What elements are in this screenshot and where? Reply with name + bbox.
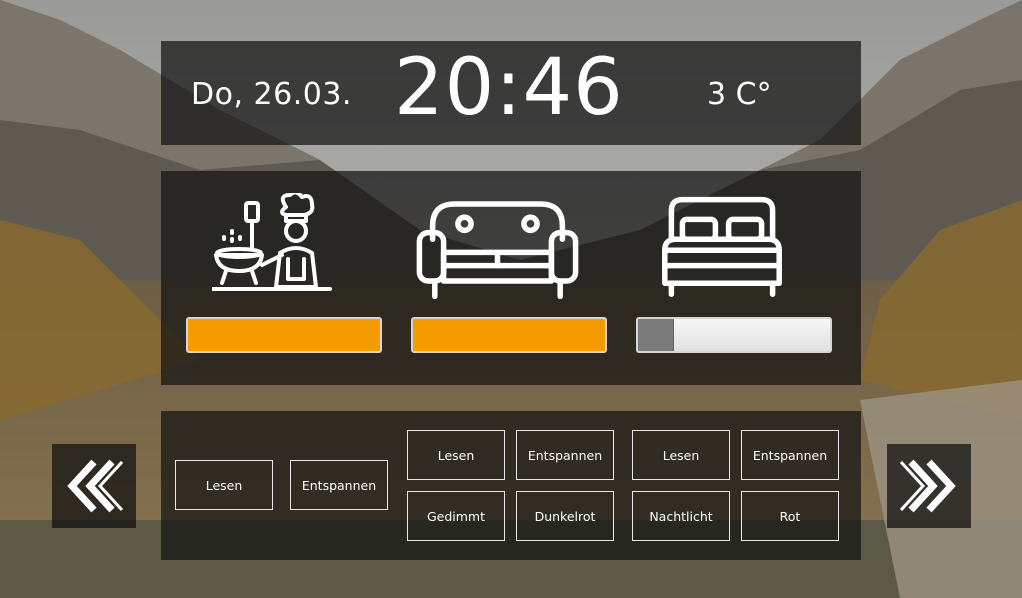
scene-living-entspannen-button[interactable]: Entspannen — [516, 430, 614, 480]
header-panel: Do, 26.03. 20:46 3 C° — [161, 41, 861, 145]
scene-kitchen-entspannen-button[interactable]: Entspannen — [290, 460, 388, 510]
room-kitchen[interactable] — [161, 171, 382, 385]
living-brightness-fill — [413, 319, 605, 351]
kitchen-brightness-fill — [188, 319, 380, 351]
scene-kitchen-lesen-button[interactable]: Lesen — [175, 460, 273, 510]
bedroom-brightness-fill — [638, 319, 674, 351]
clock-display: 20:46 — [394, 43, 624, 133]
next-page-button[interactable] — [887, 444, 971, 528]
scene-living-gedimmt-button[interactable]: Gedimmt — [407, 491, 505, 541]
chef-cooking-icon[interactable] — [161, 193, 361, 303]
previous-page-button[interactable] — [52, 444, 136, 528]
room-bedroom[interactable] — [611, 171, 832, 385]
sofa-icon[interactable] — [386, 193, 586, 303]
scene-living-dunkelrot-button[interactable]: Dunkelrot — [516, 491, 614, 541]
room-living[interactable] — [386, 171, 607, 385]
scene-bedroom-nachtlicht-button[interactable]: Nachtlicht — [632, 491, 730, 541]
kitchen-brightness-slider[interactable] — [186, 317, 382, 353]
scenes-panel: Lesen Entspannen Lesen Entspannen Gedimm… — [161, 411, 861, 560]
bed-icon[interactable] — [611, 193, 811, 303]
bedroom-brightness-slider[interactable] — [636, 317, 832, 353]
date-display: Do, 26.03. — [191, 77, 352, 112]
double-chevron-right-icon — [899, 459, 956, 513]
double-chevron-left-icon — [67, 459, 124, 513]
scene-bedroom-entspannen-button[interactable]: Entspannen — [741, 430, 839, 480]
scene-living-lesen-button[interactable]: Lesen — [407, 430, 505, 480]
rooms-panel — [161, 171, 861, 385]
living-brightness-slider[interactable] — [411, 317, 607, 353]
scene-bedroom-lesen-button[interactable]: Lesen — [632, 430, 730, 480]
temperature-display: 3 C° — [707, 77, 772, 112]
scene-bedroom-rot-button[interactable]: Rot — [741, 491, 839, 541]
